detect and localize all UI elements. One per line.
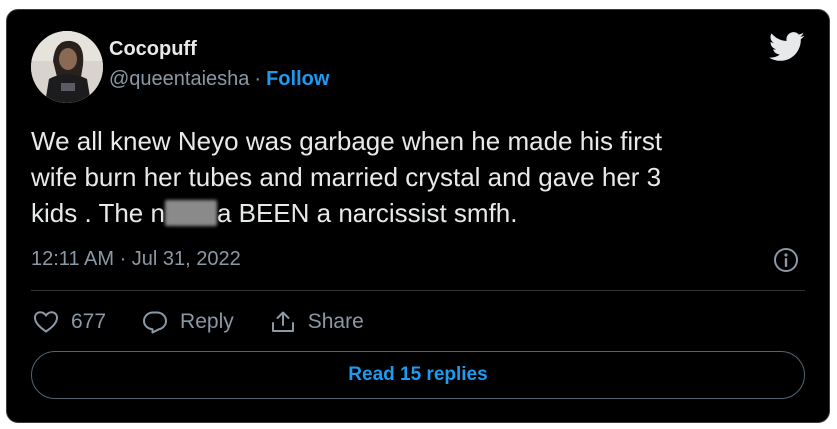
author-handle[interactable]: @queentaiesha	[109, 68, 249, 90]
avatar[interactable]	[31, 31, 103, 103]
tweet-card[interactable]: Cocopuff @queentaiesha · Follow We all kne…	[6, 9, 830, 423]
like-count: 677	[71, 310, 107, 333]
tweet-text-line: We all knew Neyo was garbage when he mad…	[31, 126, 663, 156]
reply-button[interactable]: Reply	[142, 310, 234, 334]
info-icon[interactable]	[773, 247, 799, 273]
tweet-text-line: kids . The n a BEEN a narcissist smfh.	[31, 195, 791, 231]
twitter-bird-icon[interactable]	[769, 32, 805, 62]
tweet-timestamp[interactable]: 12:11 AM · Jul 31, 2022	[31, 248, 241, 271]
share-label: Share	[307, 310, 364, 333]
heart-icon	[33, 311, 59, 333]
reply-icon	[143, 311, 168, 334]
like-button[interactable]: 677	[33, 310, 106, 334]
tweet-text: We all knew Neyo was garbage when he mad…	[31, 123, 791, 231]
reply-label: Reply	[180, 310, 234, 333]
tweet-text-segment: kids . The n	[31, 198, 165, 228]
tweet-text-segment: a BEEN a narcissist smfh.	[216, 198, 518, 228]
share-button[interactable]: Share	[270, 310, 364, 334]
author-name[interactable]: Cocopuff	[109, 38, 197, 61]
divider	[31, 290, 805, 291]
tweet-text-line: wife burn her tubes and married crystal …	[31, 162, 662, 192]
follow-button[interactable]: Follow	[266, 68, 329, 90]
censor-blur	[164, 200, 217, 226]
share-icon	[271, 311, 294, 332]
read-replies-button[interactable]: Read 15 replies	[31, 351, 805, 399]
author-handle-row: @queentaiesha · Follow	[109, 68, 329, 91]
separator-dot: ·	[254, 68, 262, 90]
action-bar: 677 Reply Share	[33, 307, 400, 337]
